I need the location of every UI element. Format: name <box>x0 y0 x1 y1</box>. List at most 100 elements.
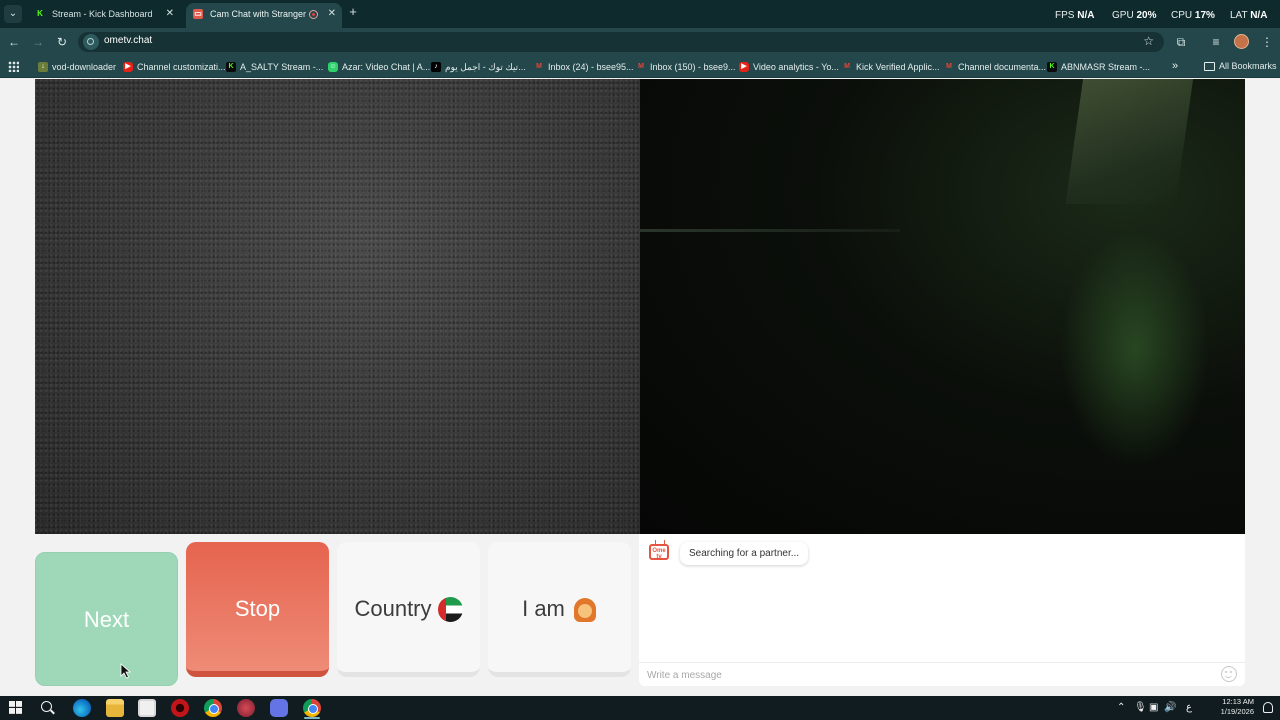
taskbar-clock[interactable]: 12:13 AM 1/19/2026 <box>1200 697 1254 717</box>
site-info-icon[interactable] <box>83 34 99 50</box>
more-bookmarks-chevron-icon[interactable]: » <box>1172 60 1178 72</box>
stop-button[interactable]: Stop <box>186 542 329 677</box>
ometv-icon: ▭ <box>193 9 203 19</box>
self-camera-feed <box>640 79 1245 534</box>
ometv-page: Next Stop Country I am Ome tv Searching f… <box>0 79 1280 692</box>
notification-bell-icon[interactable] <box>1263 702 1273 713</box>
country-button[interactable]: Country <box>337 542 480 677</box>
volume-icon[interactable]: 🔊 <box>1164 702 1176 713</box>
gmail-icon: M <box>844 63 850 70</box>
windows-start-icon[interactable] <box>9 701 22 714</box>
notepad-icon[interactable] <box>138 699 156 717</box>
new-tab-button[interactable]: + <box>346 5 360 19</box>
app-icon[interactable] <box>237 699 255 717</box>
message-input[interactable] <box>647 667 1207 683</box>
file-explorer-icon[interactable] <box>106 699 124 717</box>
close-tab-icon[interactable]: ✕ <box>166 3 174 25</box>
azar-icon: ☺ <box>328 62 338 72</box>
menu-kebab-icon[interactable]: ⋮ <box>1259 34 1275 50</box>
reload-icon[interactable]: ↻ <box>54 34 70 50</box>
address-bar[interactable]: ometv.chat ☆ <box>78 32 1164 52</box>
extensions-icon[interactable]: ⧉ <box>1173 34 1189 50</box>
bookmark-label: Video analytics - Yo... <box>753 62 839 72</box>
language-indicator[interactable]: ع <box>1186 702 1192 713</box>
gpu-stat: GPU 20% <box>1112 10 1156 21</box>
edge-icon[interactable] <box>73 699 91 717</box>
cpu-unit: % <box>1206 10 1215 21</box>
chat-panel: Ome tv Searching for a partner... <box>639 534 1245 686</box>
kick-icon: K <box>1047 62 1057 72</box>
bookmark-item[interactable]: M Kick Verified Applic... <box>842 61 939 73</box>
url-text[interactable]: ometv.chat <box>104 35 152 46</box>
bookmark-item[interactable]: ▶ Channel customizati... <box>123 61 226 73</box>
bookmark-item[interactable]: M Channel documenta... <box>944 61 1046 73</box>
chevron-up-icon[interactable]: ⌃ <box>1117 702 1125 713</box>
camera-line <box>640 229 900 232</box>
windows-taskbar: ⌃ 🎙 ▣ 🔊 ع 12:13 AM 1/19/2026 <box>0 696 1280 720</box>
profile-avatar[interactable] <box>1234 34 1249 49</box>
tab-title: Stream - Kick Dashboard <box>52 9 152 19</box>
media-controls-icon[interactable]: ≡ <box>1208 34 1224 50</box>
bookmark-item[interactable]: ♪ تيك توك - اجمل يوم... <box>431 61 526 73</box>
tab-ometv[interactable]: ▭ Cam Chat with Strangers on ✕ <box>186 3 342 28</box>
all-bookmarks-button[interactable]: All Bookmarks <box>1204 61 1277 71</box>
next-label: Next <box>83 607 130 632</box>
bookmark-item[interactable]: ☺ Azar: Video Chat | A... <box>328 61 430 73</box>
tiktok-icon: ♪ <box>431 62 441 72</box>
chrome-active-icon[interactable] <box>303 699 321 717</box>
gmail-icon: M <box>638 63 644 70</box>
youtube-icon: ▶ <box>123 62 133 72</box>
bookmark-label: vod-downloader <box>52 62 117 72</box>
bookmark-label: Inbox (150) - bsee9... <box>650 62 736 72</box>
bookmark-item[interactable]: M Inbox (24) - bsee95... <box>534 61 634 73</box>
bookmark-star-icon[interactable]: ☆ <box>1143 34 1154 48</box>
recording-indicator-icon <box>309 10 318 19</box>
tab-search-button[interactable]: ⌄ <box>4 5 22 23</box>
ometv-logo-icon: Ome tv <box>649 544 669 560</box>
back-arrow-icon[interactable]: ← <box>6 34 22 50</box>
bookmark-item[interactable]: M Inbox (150) - bsee9... <box>636 61 736 73</box>
microphone-icon[interactable]: 🎙 <box>1134 702 1147 713</box>
next-button[interactable]: Next <box>35 552 178 686</box>
fps-stat: FPS N/A <box>1055 10 1094 21</box>
gpu-label: GPU <box>1112 10 1134 21</box>
bookmarks-bar: ↓ vod-downloader ▶ Channel customizati... … <box>0 56 1280 78</box>
bookmark-label: Inbox (24) - bsee95... <box>548 62 634 72</box>
network-icon[interactable]: ▣ <box>1149 702 1158 713</box>
bookmark-label: Azar: Video Chat | A... <box>342 62 431 72</box>
forward-arrow-icon[interactable]: → <box>30 34 46 50</box>
lat-label: LAT <box>1230 10 1248 21</box>
apps-grid-icon[interactable] <box>8 61 19 72</box>
search-icon[interactable] <box>41 701 52 712</box>
emoji-icon[interactable] <box>1221 666 1237 682</box>
message-composer <box>639 662 1245 686</box>
tab-kick-dashboard[interactable]: K Stream - Kick Dashboard ✕ <box>28 3 180 28</box>
kick-icon: K <box>226 62 236 72</box>
bookmark-label: Channel documenta... <box>958 62 1047 72</box>
lat-stat: LAT N/A <box>1230 10 1267 21</box>
active-app-indicator <box>304 717 320 719</box>
bookmark-item[interactable]: K A_SALTY Stream -... <box>226 61 323 73</box>
close-tab-icon[interactable]: ✕ <box>328 3 336 25</box>
gpu-value: 20 <box>1136 10 1148 21</box>
kick-icon: K <box>35 9 45 19</box>
bookmark-label: تيك توك - اجمل يوم... <box>445 62 526 72</box>
youtube-icon: ▶ <box>739 62 749 72</box>
camera-glow <box>1060 229 1210 469</box>
bookmark-label: Channel customizati... <box>137 62 226 72</box>
opera-gx-icon[interactable] <box>171 699 189 717</box>
bookmark-item[interactable]: ↓ vod-downloader <box>38 61 116 73</box>
bookmark-item[interactable]: ▶ Video analytics - Yo... <box>739 61 839 73</box>
gender-button[interactable]: I am <box>488 542 631 677</box>
clock-time: 12:13 AM <box>1222 697 1254 706</box>
chrome-icon[interactable] <box>204 699 222 717</box>
chat-status-message: Searching for a partner... <box>680 542 809 565</box>
fps-value: N/A <box>1077 10 1095 21</box>
all-bookmarks-label: All Bookmarks <box>1219 61 1277 71</box>
bookmark-item[interactable]: K ABNMASR Stream -... <box>1047 61 1150 73</box>
browser-tab-strip: ⌄ K Stream - Kick Dashboard ✕ ▭ Cam Chat… <box>0 0 1280 28</box>
discord-icon[interactable] <box>270 699 288 717</box>
gpu-unit: % <box>1147 10 1157 21</box>
clock-date: 1/19/2026 <box>1220 707 1254 716</box>
browser-toolbar: ← → ↻ ometv.chat ☆ ⧉ ≡ ⋮ <box>0 28 1280 56</box>
